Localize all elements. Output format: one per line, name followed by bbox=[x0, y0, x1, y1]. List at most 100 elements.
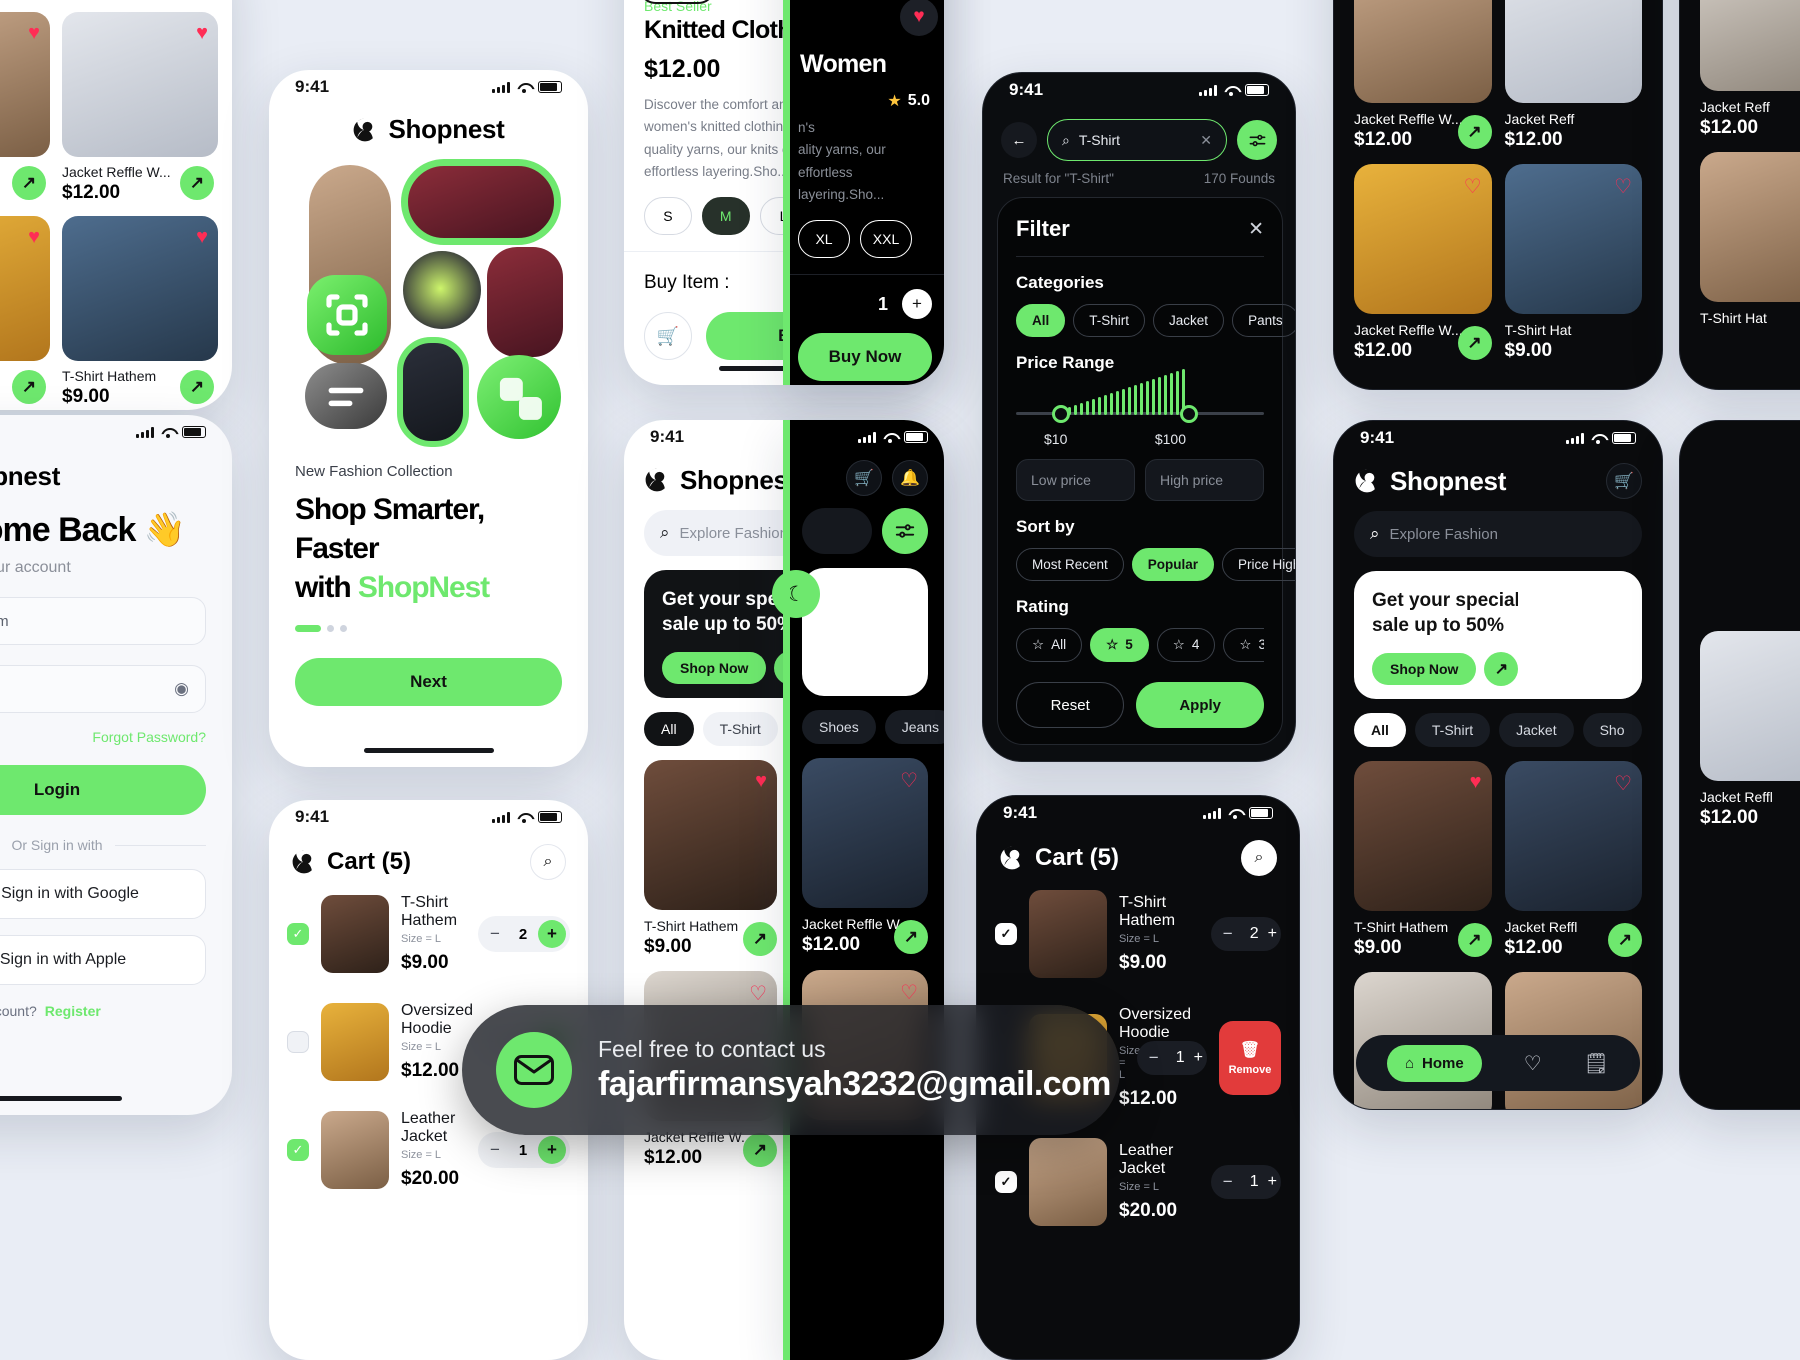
decrement-button[interactable]: − bbox=[1215, 1169, 1241, 1195]
open-product-arrow-icon[interactable]: ↗ bbox=[743, 922, 777, 956]
favorite-icon[interactable]: ♥ bbox=[196, 22, 208, 45]
chip-tshirt[interactable]: T-Shirt bbox=[1414, 713, 1491, 747]
favorite-icon[interactable]: ♡ bbox=[1464, 174, 1482, 199]
tab-orders-icon[interactable]: 🗒 bbox=[1584, 1051, 1609, 1076]
contact-banner[interactable]: Feel free to contact us fajarfirmansyah3… bbox=[462, 1005, 1120, 1135]
product-card[interactable]: ♥ Jacket Reffle W... $12.00 ↗ bbox=[62, 12, 218, 204]
clear-search-icon[interactable]: ✕ bbox=[1200, 132, 1212, 149]
favorite-icon[interactable]: ♥ bbox=[196, 226, 208, 249]
open-product-arrow-icon[interactable]: ↗ bbox=[1457, 923, 1492, 957]
login-button[interactable]: Login bbox=[0, 765, 206, 815]
open-product-arrow-icon[interactable]: ↗ bbox=[12, 166, 46, 200]
increment-button[interactable]: + bbox=[1194, 1049, 1203, 1067]
cart-icon[interactable]: 🛒 bbox=[846, 460, 882, 496]
promo-banner[interactable]: Get your special sale up to 50% Shop Now… bbox=[1354, 571, 1642, 699]
apply-button[interactable]: Apply bbox=[1136, 682, 1264, 728]
filter-icon[interactable] bbox=[882, 508, 928, 554]
rating-5[interactable]: ☆ 5 bbox=[1090, 628, 1149, 662]
favorite-icon[interactable]: ♥ bbox=[1470, 771, 1482, 794]
rating-4[interactable]: ☆ 4 bbox=[1156, 628, 1216, 662]
quantity-stepper[interactable]: − 1 + bbox=[478, 1132, 570, 1168]
favorite-icon[interactable]: ♥ bbox=[755, 770, 767, 793]
search-icon[interactable]: ⌕ bbox=[530, 844, 566, 880]
favorite-icon[interactable]: ♡ bbox=[749, 981, 767, 1006]
favorite-icon[interactable]: ♥ bbox=[28, 22, 40, 45]
size-option-m[interactable]: M bbox=[701, 197, 750, 236]
size-option-xl[interactable]: XL bbox=[798, 220, 850, 259]
favorite-icon[interactable]: ♡ bbox=[900, 980, 918, 1005]
slider-knob-min[interactable] bbox=[1052, 405, 1070, 423]
cart-item[interactable]: ✓ T-Shirt Hathem Size = L $9.00 − 2 + bbox=[269, 880, 588, 988]
quantity-stepper[interactable]: − 1 + bbox=[1210, 1165, 1281, 1199]
close-icon[interactable]: ✕ bbox=[1248, 218, 1264, 241]
filter-chip-pants[interactable]: Pants bbox=[1232, 304, 1295, 337]
open-product-arrow-icon[interactable]: ↗ bbox=[12, 370, 46, 404]
password-field[interactable]: *** ◉ bbox=[0, 665, 206, 713]
size-option-xxl[interactable]: XXL bbox=[860, 220, 912, 259]
favorite-icon[interactable]: ♥ bbox=[28, 226, 40, 249]
bottom-tab-bar[interactable]: ⌂ Home ♡ 🗒 bbox=[1356, 1035, 1640, 1091]
notification-bell-icon[interactable]: 🔔 bbox=[892, 460, 928, 496]
product-card[interactable]: Jacket Reffl $12.00 bbox=[1700, 631, 1800, 829]
apple-signin-button[interactable]: Sign in with Apple bbox=[0, 935, 206, 985]
filter-chip-all[interactable]: All bbox=[1016, 304, 1066, 337]
product-card[interactable]: ♥ T-Shirt Hathem $9.00 ↗ bbox=[62, 216, 218, 408]
contact-email[interactable]: fajarfirmansyah3232@gmail.com bbox=[598, 1065, 1111, 1104]
tab-home[interactable]: ⌂ Home bbox=[1386, 1044, 1482, 1082]
shop-now-arrow-icon[interactable]: ↗ bbox=[1484, 652, 1519, 687]
item-checkbox[interactable] bbox=[287, 1031, 309, 1053]
cart-item[interactable]: ✓ T-Shirt Hathem Size = L $9.00 − 2 + bbox=[977, 876, 1299, 992]
open-product-arrow-icon[interactable]: ↗ bbox=[894, 920, 928, 954]
favorite-icon[interactable]: ♥ bbox=[900, 0, 938, 36]
product-card[interactable]: ♥ e W... $12.00 ↗ bbox=[0, 12, 50, 204]
google-signin-button[interactable]: G Sign in with Google bbox=[0, 869, 206, 919]
high-price-input[interactable]: High price bbox=[1145, 459, 1264, 501]
tab-favorites-heart-icon[interactable]: ♡ bbox=[1524, 1051, 1542, 1076]
chip-jeans[interactable]: Jeans bbox=[884, 710, 944, 744]
shop-now-button[interactable]: Shop Now bbox=[662, 652, 767, 685]
open-product-arrow-icon[interactable]: ↗ bbox=[180, 166, 214, 200]
item-checkbox[interactable]: ✓ bbox=[995, 923, 1017, 945]
decrement-button[interactable]: − bbox=[1215, 921, 1241, 947]
favorite-icon[interactable]: ♡ bbox=[1614, 174, 1632, 199]
product-card[interactable]: ♡ Jacket Reff $12.00 bbox=[1504, 0, 1642, 151]
remove-item-button[interactable]: 🗑 Remove bbox=[1219, 1021, 1281, 1095]
sort-most-recent[interactable]: Most Recent bbox=[1016, 548, 1124, 581]
product-card[interactable]: ♡ Jacket Reffle W... $12.00 ↗ bbox=[1354, 0, 1492, 151]
chip-shoes[interactable]: Sho bbox=[1582, 713, 1642, 747]
register-link[interactable]: Register bbox=[45, 1003, 101, 1019]
increment-button[interactable]: + bbox=[538, 920, 566, 948]
decrement-button[interactable]: − bbox=[482, 921, 508, 947]
quantity-stepper[interactable]: − 2 + bbox=[1210, 917, 1281, 951]
item-checkbox[interactable]: ✓ bbox=[995, 1171, 1017, 1193]
dark-mode-toggle-moon-icon[interactable]: ☾ bbox=[772, 570, 820, 618]
rating-all[interactable]: ☆ All bbox=[1016, 628, 1083, 662]
quantity-stepper[interactable]: − 2 + bbox=[478, 916, 570, 952]
product-card[interactable]: ♥ e W... $9.00 ↗ bbox=[0, 216, 50, 408]
decrement-button[interactable]: − bbox=[1141, 1045, 1167, 1071]
add-to-cart-icon[interactable]: 🛒 bbox=[644, 312, 692, 361]
category-chips[interactable]: All T-Shirt Jacket Sho bbox=[1334, 699, 1662, 747]
increment-button[interactable]: + bbox=[1268, 925, 1277, 943]
toggle-password-eye-icon[interactable]: ◉ bbox=[174, 679, 189, 699]
favorite-icon[interactable]: ♡ bbox=[900, 768, 918, 793]
open-product-arrow-icon[interactable]: ↗ bbox=[180, 370, 214, 404]
chip-all[interactable]: All bbox=[1354, 713, 1406, 747]
open-product-arrow-icon[interactable]: ↗ bbox=[1457, 326, 1492, 360]
forgot-password-link[interactable]: Forgot Password? bbox=[92, 729, 206, 745]
filter-chip-tshirt[interactable]: T-Shirt bbox=[1073, 304, 1146, 337]
product-card[interactable]: ♥ T-Shirt Hathem $9.00 ↗ bbox=[644, 760, 777, 958]
next-button[interactable]: Next bbox=[295, 658, 562, 706]
dot[interactable] bbox=[340, 625, 347, 632]
sort-price-high[interactable]: Price High bbox=[1222, 548, 1295, 581]
shop-now-button[interactable]: Shop Now bbox=[1372, 653, 1477, 686]
item-checkbox[interactable]: ✓ bbox=[287, 1139, 309, 1161]
open-product-arrow-icon[interactable]: ↗ bbox=[1608, 923, 1642, 957]
chip-shoes[interactable]: Shoes bbox=[802, 710, 876, 744]
rating-options[interactable]: ☆ All ☆ 5 ☆ 4 ☆ 3 ☆ bbox=[1016, 628, 1264, 662]
item-checkbox[interactable]: ✓ bbox=[287, 923, 309, 945]
chip-jacket[interactable]: Jacket bbox=[1499, 713, 1574, 747]
low-price-input[interactable]: Low price bbox=[1016, 459, 1135, 501]
open-product-arrow-icon[interactable]: ↗ bbox=[1457, 115, 1492, 149]
increment-button[interactable]: + bbox=[538, 1136, 566, 1164]
